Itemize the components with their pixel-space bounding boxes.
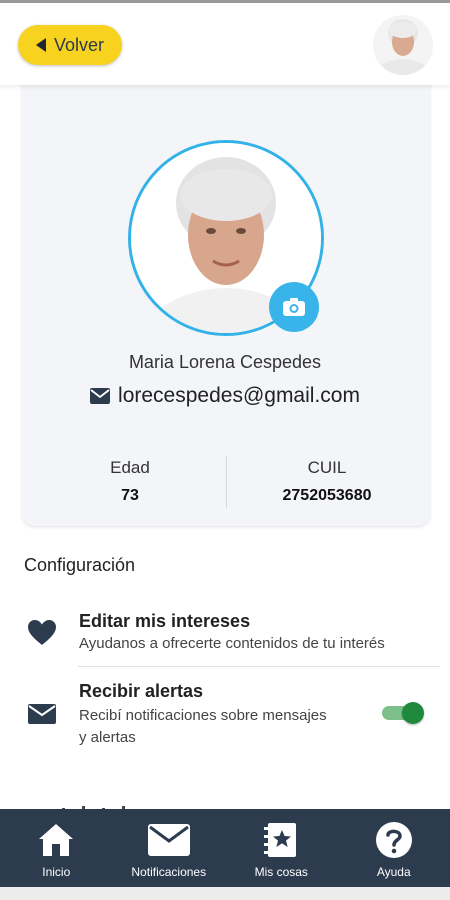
stat-age: Edad 73 (30, 458, 230, 505)
settings-item-title: Recibir alertas (79, 681, 204, 701)
heart-icon (28, 620, 56, 645)
stat-cuil-label: CUIL (307, 458, 347, 477)
header-avatar[interactable] (373, 15, 433, 75)
settings-item-title: Editar mis intereses (79, 611, 251, 631)
settings-item-subtitle-line2: y alertas (79, 729, 136, 746)
envelope-icon (90, 388, 111, 404)
back-button[interactable]: Volver (18, 25, 122, 65)
nav-item-label: Ayuda (376, 865, 411, 879)
nav-item-inicio[interactable]: Inicio (0, 809, 113, 887)
stat-cuil-value: 2752053680 (282, 487, 372, 504)
back-arrow-icon (35, 38, 46, 52)
change-photo-button[interactable] (269, 282, 319, 332)
settings-divider (78, 666, 440, 667)
question-icon (375, 822, 412, 858)
star-book-icon (264, 823, 297, 857)
nav-item-label: Notificaciones (131, 865, 207, 879)
camera-icon (283, 298, 305, 316)
profile-name: Maria Lorena Cespedes (128, 352, 322, 372)
app-header: Volver (0, 3, 450, 85)
settings-item-subtitle: Ayudanos a ofrecerte contenidos de tu in… (79, 635, 385, 652)
settings-section-title: Configuración (24, 555, 136, 575)
nav-item-mis-cosas[interactable]: Mis cosas (225, 809, 338, 887)
home-icon (39, 824, 74, 856)
stat-cuil: CUIL 2752053680 (227, 458, 427, 505)
system-bottom-strip (0, 887, 450, 900)
bottom-nav: Inicio Notificaciones Mis cosas Ayuda (0, 809, 450, 887)
nav-item-notificaciones[interactable]: Notificaciones (113, 809, 226, 887)
envelope-icon (28, 704, 56, 724)
back-button-label: Volver (53, 34, 105, 55)
settings-item-interests[interactable]: Editar mis intereses Ayudanos a ofrecert… (0, 606, 450, 666)
profile-email: lorecespedes@gmail.com (0, 384, 450, 408)
stat-age-value: 73 (121, 487, 139, 504)
nav-item-ayuda[interactable]: Ayuda (338, 809, 450, 887)
nav-item-label: Inicio (42, 865, 71, 879)
settings-item-subtitle-line1: Recibí notificaciones sobre mensajes (79, 707, 327, 724)
stat-age-label: Edad (110, 458, 150, 477)
alerts-toggle[interactable] (382, 702, 424, 724)
toggle-knob (402, 702, 424, 724)
profile-email-text: lorecespedes@gmail.com (118, 384, 360, 407)
nav-item-label: Mis cosas (254, 865, 308, 879)
envelope-icon (147, 824, 190, 856)
